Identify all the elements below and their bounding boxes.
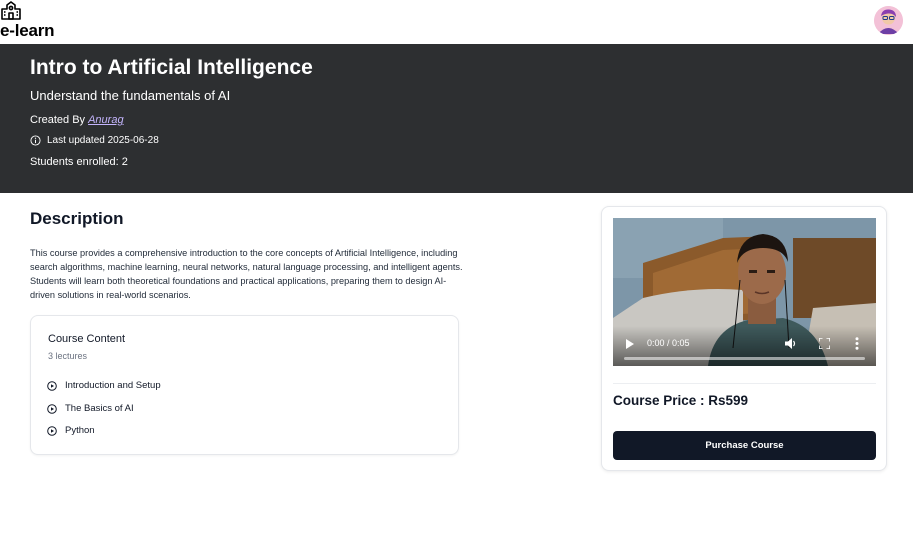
course-preview-video[interactable]: 0:00 / 0:05 [613,218,876,366]
info-icon [30,135,41,146]
play-icon[interactable] [626,339,634,349]
description-text: This course provides a comprehensive int… [30,248,463,300]
lecture-item[interactable]: The Basics of AI [47,403,134,414]
course-hero: Intro to Artificial Intelligence Underst… [0,44,913,193]
purchase-card: 0:00 / 0:05 Course Price : Rs599 Purchas… [601,206,887,471]
brand-name: e-learn [0,21,55,40]
last-updated-label: Last updated [47,135,105,146]
course-content-card: Course Content 3 lectures Introduction a… [30,315,459,455]
video-controls: 0:00 / 0:05 [613,326,876,366]
lecture-label: Python [65,425,95,436]
lecture-item[interactable]: Python [47,425,95,436]
students-enrolled: Students enrolled: 2 [30,156,128,168]
school-icon [1,1,21,20]
play-circle-icon [47,403,57,414]
divider [613,383,876,384]
fullscreen-icon[interactable] [819,338,830,349]
avatar[interactable] [874,6,903,35]
video-progress-bar[interactable] [624,357,865,360]
created-by: Created By Anurag [30,114,124,126]
volume-icon[interactable] [785,338,797,349]
lecture-label: Introduction and Setup [65,380,161,391]
play-circle-icon [47,380,57,391]
description-heading: Description [30,209,124,228]
play-circle-icon [47,425,57,436]
brand[interactable]: e-learn [0,0,70,44]
last-updated: Last updated 2025-06-28 [30,135,159,146]
avatar-image [874,6,903,35]
more-options-icon[interactable] [855,337,859,350]
navbar: e-learn [0,0,913,44]
creator-link[interactable]: Anurag [88,114,123,126]
course-title: Intro to Artificial Intelligence [30,56,313,79]
lecture-item[interactable]: Introduction and Setup [47,380,161,391]
lecture-label: The Basics of AI [65,403,134,414]
last-updated-date: 2025-06-28 [107,135,159,146]
lecture-count: 3 lectures [48,351,88,361]
purchase-course-button[interactable]: Purchase Course [613,431,876,460]
course-content-title: Course Content [48,333,126,345]
created-by-label: Created By [30,114,86,126]
course-price: Course Price : Rs599 [613,393,749,408]
video-time: 0:00 / 0:05 [647,338,690,348]
course-subtitle: Understand the fundamentals of AI [30,88,231,103]
